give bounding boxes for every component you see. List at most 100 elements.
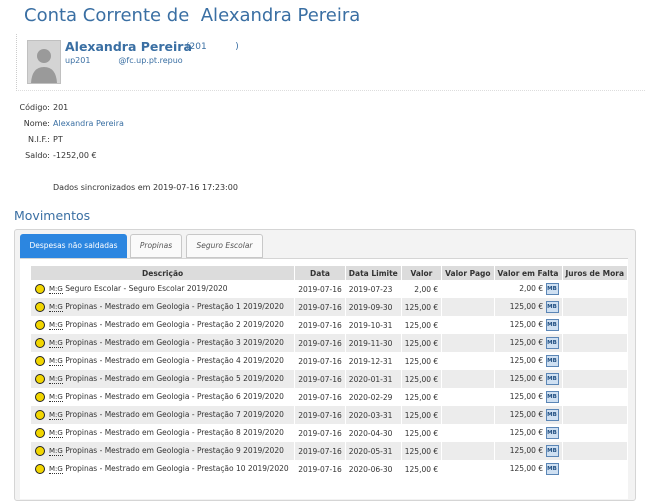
mg-link[interactable]: M:G	[49, 285, 63, 294]
limit-date-cell: 2019-10-31	[345, 316, 402, 334]
value-cell: 125,00 €	[401, 442, 443, 460]
description-text: Propinas - Mestrado em Geologia - Presta…	[65, 410, 284, 419]
table-row: M:G Propinas - Mestrado em Geologia - Pr…	[31, 388, 628, 406]
status-dot-icon	[35, 428, 45, 438]
interest-cell	[562, 406, 628, 424]
table-row: M:G Propinas - Mestrado em Geologia - Pr…	[31, 406, 628, 424]
limit-date-cell: 2020-01-31	[345, 370, 402, 388]
multibanco-icon[interactable]: MB	[545, 319, 559, 331]
multibanco-icon[interactable]: MB	[545, 445, 559, 457]
description-text: Propinas - Mestrado em Geologia - Presta…	[65, 374, 284, 383]
tab-seguro-escolar[interactable]: Seguro Escolar	[186, 234, 263, 258]
paid-cell	[441, 424, 495, 442]
column-header: Data	[294, 266, 346, 280]
table-row: M:G Seguro Escolar - Seguro Escolar 2019…	[31, 280, 628, 298]
interest-cell	[562, 298, 628, 316]
limit-date-cell: 2019-07-23	[345, 280, 402, 298]
value-cell: 125,00 €	[401, 424, 443, 442]
mg-link[interactable]: M:G	[49, 429, 63, 438]
column-header: Juros de Mora	[562, 266, 628, 280]
date-cell: 2019-07-16	[294, 298, 346, 316]
tab-propinas[interactable]: Propinas	[130, 234, 182, 258]
mg-link[interactable]: M:G	[49, 465, 63, 474]
mg-link[interactable]: M:G	[49, 321, 63, 330]
limit-date-cell: 2020-04-30	[345, 424, 402, 442]
multibanco-icon[interactable]: MB	[545, 409, 559, 421]
info-row-codigo: Código: 201	[14, 103, 124, 119]
profile-email[interactable]: @fc.up.pt.repuo	[118, 56, 182, 65]
description-cell: M:G Propinas - Mestrado em Geologia - Pr…	[31, 460, 296, 478]
movements-panel: Despesas não saldadas Propinas Seguro Es…	[14, 229, 636, 501]
info-value: PT	[53, 135, 63, 144]
status-dot-icon	[35, 356, 45, 366]
due-cell: 125,00 € MB	[494, 370, 563, 388]
status-dot-icon	[35, 446, 45, 456]
info-row-saldo: Saldo: -1252,00 €	[14, 151, 124, 167]
due-value: 125,00 €	[509, 446, 544, 455]
due-value: 125,00 €	[509, 338, 544, 347]
due-cell: 125,00 € MB	[494, 460, 563, 478]
interest-cell	[562, 460, 628, 478]
paid-cell	[441, 442, 495, 460]
limit-date-cell: 2019-09-30	[345, 298, 402, 316]
interest-cell	[562, 334, 628, 352]
date-cell: 2019-07-16	[294, 370, 346, 388]
description-cell: M:G Propinas - Mestrado em Geologia - Pr…	[31, 424, 296, 442]
description-cell: M:G Propinas - Mestrado em Geologia - Pr…	[31, 370, 296, 388]
date-cell: 2019-07-16	[294, 442, 346, 460]
value-cell: 125,00 €	[401, 334, 443, 352]
date-cell: 2019-07-16	[294, 334, 346, 352]
date-cell: 2019-07-16	[294, 280, 346, 298]
account-info: Código: 201 Nome: Alexandra Pereira N.I.F.…	[14, 103, 124, 167]
mg-link[interactable]: M:G	[49, 393, 63, 402]
multibanco-icon[interactable]: MB	[545, 427, 559, 439]
multibanco-icon[interactable]: MB	[545, 301, 559, 313]
column-header: Descrição	[31, 266, 296, 280]
profile-number: (201 )	[186, 42, 239, 52]
description-text: Propinas - Mestrado em Geologia - Presta…	[65, 446, 284, 455]
due-cell: 125,00 € MB	[494, 388, 563, 406]
paid-cell	[441, 460, 495, 478]
mg-link[interactable]: M:G	[49, 375, 63, 384]
value-cell: 125,00 €	[401, 352, 443, 370]
date-cell: 2019-07-16	[294, 406, 346, 424]
value-cell: 125,00 €	[401, 370, 443, 388]
sync-status: Dados sincronizados em 2019-07-16 17:23:…	[53, 183, 238, 192]
due-value: 125,00 €	[509, 428, 544, 437]
description-cell: M:G Propinas - Mestrado em Geologia - Pr…	[31, 442, 296, 460]
table-row: M:G Propinas - Mestrado em Geologia - Pr…	[31, 370, 628, 388]
limit-date-cell: 2019-11-30	[345, 334, 402, 352]
limit-date-cell: 2020-06-30	[345, 460, 402, 478]
multibanco-icon[interactable]: MB	[545, 463, 559, 475]
due-value: 125,00 €	[509, 464, 544, 473]
interest-cell	[562, 370, 628, 388]
multibanco-icon[interactable]: MB	[545, 373, 559, 385]
info-value: -1252,00 €	[53, 151, 97, 160]
interest-cell	[562, 316, 628, 334]
paid-cell	[441, 280, 495, 298]
multibanco-icon[interactable]: MB	[545, 283, 559, 295]
multibanco-icon[interactable]: MB	[545, 355, 559, 367]
paid-cell	[441, 316, 495, 334]
description-cell: M:G Propinas - Mestrado em Geologia - Pr…	[31, 334, 296, 352]
table-row: M:G Propinas - Mestrado em Geologia - Pr…	[31, 442, 628, 460]
profile-name-link[interactable]: Alexandra Pereira	[65, 39, 192, 54]
due-cell: 125,00 € MB	[494, 352, 563, 370]
mg-link[interactable]: M:G	[49, 411, 63, 420]
date-cell: 2019-07-16	[294, 388, 346, 406]
info-row-nif: N.I.F.: PT	[14, 135, 124, 151]
mg-link[interactable]: M:G	[49, 303, 63, 312]
multibanco-icon[interactable]: MB	[545, 337, 559, 349]
interest-cell	[562, 352, 628, 370]
description-cell: M:G Seguro Escolar - Seguro Escolar 2019…	[31, 280, 296, 298]
description-text: Propinas - Mestrado em Geologia - Presta…	[65, 320, 284, 329]
mg-link[interactable]: M:G	[49, 339, 63, 348]
status-dot-icon	[35, 410, 45, 420]
tab-despesas-nao-saldadas[interactable]: Despesas não saldadas	[20, 234, 127, 258]
mg-link[interactable]: M:G	[49, 447, 63, 456]
value-cell: 125,00 €	[401, 316, 443, 334]
info-value-name-link[interactable]: Alexandra Pereira	[53, 119, 124, 128]
mg-link[interactable]: M:G	[49, 357, 63, 366]
multibanco-icon[interactable]: MB	[545, 391, 559, 403]
description-text: Propinas - Mestrado em Geologia - Presta…	[65, 464, 289, 473]
